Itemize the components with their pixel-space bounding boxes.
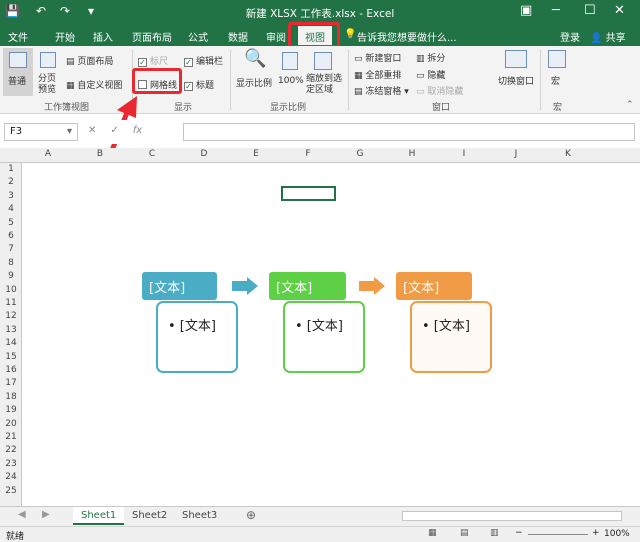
cancel-icon[interactable]: ✕ xyxy=(88,125,96,136)
row-header[interactable]: 9 xyxy=(0,271,22,281)
row-header[interactable]: 21 xyxy=(0,432,22,442)
smartart-body-1[interactable] xyxy=(156,301,238,373)
page-layout-icon[interactable]: ▤ xyxy=(460,528,469,538)
worksheet-grid[interactable]: A B C D E F G H I J K 1 2 3 4 5 6 7 8 9 10 11 12 13 1… xyxy=(0,148,640,506)
column-header[interactable]: E xyxy=(230,149,282,159)
row-header[interactable]: 2 xyxy=(0,177,22,187)
column-header[interactable]: F xyxy=(282,149,334,159)
sheet-tab-3[interactable]: Sheet3 xyxy=(174,507,225,525)
smartart-body-3[interactable] xyxy=(410,301,492,373)
chevron-down-icon: ▾ xyxy=(66,126,72,137)
horizontal-scrollbar[interactable] xyxy=(402,511,622,521)
row-header[interactable]: 4 xyxy=(0,204,22,214)
smartart-bullet-1[interactable]: • [文本] xyxy=(168,315,216,334)
row-header[interactable]: 12 xyxy=(0,311,22,321)
sheet-tab-bar: ◀ ▶ Sheet1 Sheet2 Sheet3 ⊕ xyxy=(0,506,640,526)
row-header[interactable]: 15 xyxy=(0,352,22,362)
formula-area: F3 ▾ ✕ ✓ fx xyxy=(0,120,640,144)
zoom-percent[interactable]: 100% xyxy=(604,529,630,539)
column-header[interactable]: D xyxy=(178,149,230,159)
zoom-in-icon[interactable]: + xyxy=(592,528,600,538)
fx-icon: fx xyxy=(132,125,143,136)
name-box[interactable]: F3 ▾ xyxy=(4,123,78,141)
row-header[interactable]: 3 xyxy=(0,191,22,201)
add-sheet-icon[interactable]: ⊕ xyxy=(246,508,256,522)
name-box-value: F3 xyxy=(10,126,23,137)
row-header[interactable]: 20 xyxy=(0,419,22,429)
zoom-out-icon[interactable]: − xyxy=(515,528,523,538)
smartart-header-3[interactable]: [文本] xyxy=(396,272,472,300)
smartart-header-2[interactable]: [文本] xyxy=(269,272,346,300)
column-header[interactable]: G xyxy=(334,149,386,159)
column-header[interactable]: K xyxy=(542,149,594,159)
row-header[interactable]: 23 xyxy=(0,459,22,469)
row-header[interactable]: 7 xyxy=(0,244,22,254)
row-header[interactable]: 14 xyxy=(0,338,22,348)
row-header[interactable]: 25 xyxy=(0,486,22,496)
row-header[interactable]: 16 xyxy=(0,365,22,375)
column-header[interactable]: I xyxy=(438,149,490,159)
row-header[interactable]: 24 xyxy=(0,472,22,482)
formula-bar-fx[interactable]: ✕ ✓ fx xyxy=(88,125,142,136)
formula-input[interactable] xyxy=(183,123,635,141)
scroll-right-icon[interactable]: ▶ xyxy=(42,509,50,520)
scroll-left-icon[interactable]: ◀ xyxy=(18,509,26,520)
zoom-slider[interactable] xyxy=(528,534,588,535)
row-header[interactable]: 1 xyxy=(0,164,22,174)
row-header[interactable]: 5 xyxy=(0,218,22,228)
sheet-tab-2[interactable]: Sheet2 xyxy=(124,507,175,525)
sheet-tab-1[interactable]: Sheet1 xyxy=(73,507,125,525)
smartart-body-2[interactable] xyxy=(283,301,365,373)
column-headers: A B C D E F G H I J K xyxy=(0,148,640,163)
page-break-icon[interactable]: ▥ xyxy=(490,528,499,538)
row-header[interactable]: 22 xyxy=(0,445,22,455)
column-header[interactable]: C xyxy=(126,149,178,159)
row-header[interactable]: 11 xyxy=(0,298,22,308)
row-header[interactable]: 17 xyxy=(0,378,22,388)
status-bar: 就绪 ▦ ▤ ▥ − + 100% xyxy=(0,526,640,542)
row-header[interactable]: 8 xyxy=(0,258,22,268)
smartart-bullet-3[interactable]: • [文本] xyxy=(422,315,470,334)
normal-view-icon[interactable]: ▦ xyxy=(428,528,437,538)
row-header[interactable]: 10 xyxy=(0,285,22,295)
row-header[interactable]: 6 xyxy=(0,231,22,241)
column-header[interactable]: H xyxy=(386,149,438,159)
row-headers: 1 2 3 4 5 6 7 8 9 10 11 12 13 14 15 16 17 18 19 20 21 22 23 24 2… xyxy=(0,163,22,506)
selected-cell-f3[interactable] xyxy=(281,186,336,201)
row-header[interactable]: 13 xyxy=(0,325,22,335)
smartart-header-1[interactable]: [文本] xyxy=(142,272,217,300)
column-header[interactable]: A xyxy=(22,149,74,159)
arrow-right-icon xyxy=(359,277,385,295)
status-ready: 就绪 xyxy=(6,532,25,542)
column-header[interactable]: J xyxy=(490,149,542,159)
row-header[interactable]: 18 xyxy=(0,392,22,402)
enter-icon[interactable]: ✓ xyxy=(110,125,118,136)
column-header[interactable]: B xyxy=(74,149,126,159)
arrow-right-icon xyxy=(232,277,258,295)
row-header[interactable]: 19 xyxy=(0,405,22,415)
smartart-bullet-2[interactable]: • [文本] xyxy=(295,315,343,334)
